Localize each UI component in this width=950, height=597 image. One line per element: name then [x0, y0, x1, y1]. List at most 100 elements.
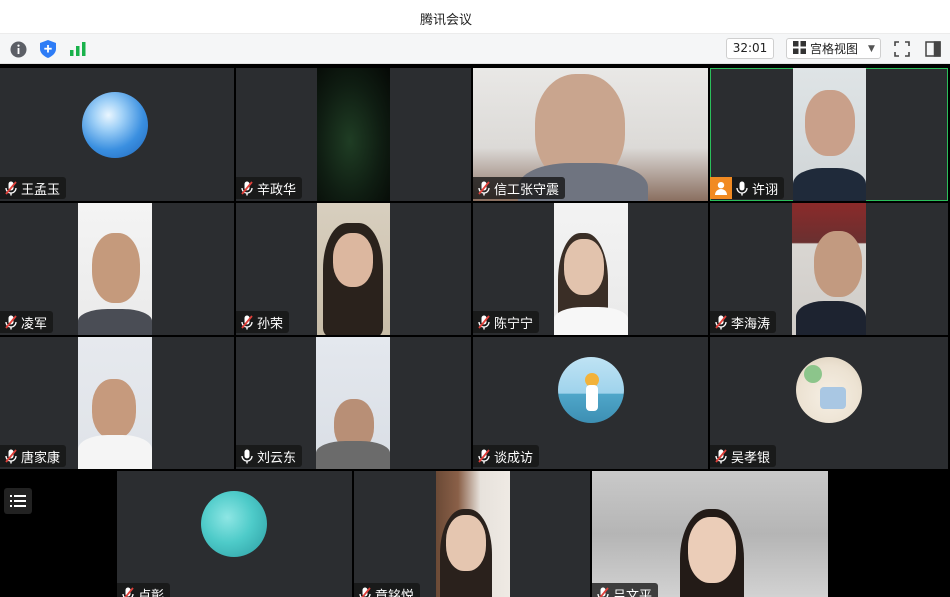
avatar [796, 357, 862, 423]
participant-namebar: 吕文平 [592, 583, 659, 597]
participant-tile[interactable]: 唐家康 [0, 337, 234, 469]
chevron-down-icon: ▼ [868, 43, 875, 54]
participant-namebar: 刘云东 [236, 445, 303, 467]
grid-view-icon [793, 40, 806, 57]
participant-video [78, 203, 152, 335]
person-silhouette [92, 233, 140, 303]
video-grid: 王孟玉 辛政华 信工张守震 许诩 凌军 孙荣 陈宁宁 李海涛 唐家康 刘云东 谈… [0, 66, 950, 597]
mic-muted-icon [240, 314, 254, 330]
mic-muted-icon [714, 314, 728, 330]
participant-video [317, 203, 390, 335]
person-face [446, 515, 486, 571]
fullscreen-icon[interactable] [891, 38, 913, 60]
mic-muted-icon [4, 180, 18, 196]
participant-tile[interactable]: 谈成访 [473, 337, 708, 469]
mic-icon [240, 448, 254, 464]
participant-video [78, 337, 152, 469]
mic-icon [735, 180, 749, 196]
person-silhouette [805, 90, 855, 156]
mic-muted-icon [4, 314, 18, 330]
participant-namebar: 谈成访 [473, 445, 540, 467]
participant-video [316, 337, 390, 469]
participant-video [436, 471, 510, 597]
participant-video [317, 68, 390, 201]
view-mode-label: 宫格视图 [810, 42, 859, 56]
participant-tile[interactable]: 李海涛 [710, 203, 948, 335]
participant-tile[interactable]: 吕文平 [592, 471, 828, 597]
participant-namebar: 辛政华 [236, 177, 303, 199]
participant-name: 章铭悦 [375, 588, 415, 597]
mic-muted-icon [596, 586, 610, 597]
mic-muted-icon [477, 448, 491, 464]
participant-namebar: 章铭悦 [354, 583, 421, 597]
person-body [78, 435, 152, 469]
mic-muted-icon [240, 180, 254, 196]
person-face [564, 239, 604, 295]
mic-muted-icon [477, 180, 491, 196]
participant-namebar: 卢彰 [117, 583, 171, 597]
person-body [793, 168, 866, 201]
shield-icon[interactable] [38, 39, 58, 59]
info-icon[interactable] [8, 39, 28, 59]
participant-name: 辛政华 [257, 182, 297, 198]
list-icon [10, 495, 26, 507]
participant-namebar: 陈宁宁 [473, 311, 540, 333]
participant-name: 凌军 [21, 316, 48, 332]
mic-muted-icon [358, 586, 372, 597]
person-body [78, 309, 152, 335]
participant-video [793, 68, 866, 201]
person-body [796, 301, 866, 335]
mic-muted-icon [477, 314, 491, 330]
participant-video [554, 203, 628, 335]
participant-namebar: 信工张守震 [473, 177, 566, 199]
view-mode-button[interactable]: 宫格视图 ▼ [786, 38, 881, 59]
participant-tile[interactable]: 王孟玉 [0, 68, 234, 201]
person-face [814, 231, 862, 297]
participant-name: 陈宁宁 [494, 316, 534, 332]
sidebar-icon[interactable] [922, 38, 944, 60]
participant-list-button[interactable] [4, 488, 32, 514]
mic-muted-icon [121, 586, 135, 597]
signal-icon[interactable] [68, 39, 88, 59]
avatar [201, 491, 267, 557]
participant-namebar: 唐家康 [0, 445, 67, 467]
participant-tile[interactable]: 刘云东 [236, 337, 471, 469]
person-body [316, 441, 390, 469]
person-body [554, 307, 628, 335]
avatar [558, 357, 624, 423]
participant-name: 李海涛 [731, 316, 771, 332]
mic-muted-icon [4, 448, 18, 464]
participant-namebar: 许诩 [710, 177, 785, 199]
participant-tile[interactable]: 信工张守震 [473, 68, 708, 201]
participant-name: 刘云东 [257, 450, 297, 466]
person-face [688, 517, 736, 583]
participant-tile[interactable]: 孙荣 [236, 203, 471, 335]
toolbar: 32:01 宫格视图 ▼ [0, 34, 950, 64]
participant-name: 孙荣 [257, 316, 284, 332]
mic-muted-icon [714, 448, 728, 464]
participant-name: 吕文平 [613, 588, 653, 597]
title-bar: 腾讯会议 [0, 0, 950, 34]
host-icon [710, 177, 732, 199]
participant-tile[interactable]: 凌军 [0, 203, 234, 335]
meeting-timer: 32:01 [726, 38, 774, 59]
participant-tile-speaking[interactable]: 许诩 [710, 68, 948, 201]
participant-tile[interactable]: 辛政华 [236, 68, 471, 201]
participant-namebar: 王孟玉 [0, 177, 67, 199]
participant-tile[interactable]: 卢彰 [117, 471, 352, 597]
participant-name: 唐家康 [21, 450, 61, 466]
participant-namebar: 凌军 [0, 311, 54, 333]
participant-name: 王孟玉 [21, 182, 61, 198]
participant-tile[interactable]: 吴孝银 [710, 337, 948, 469]
participant-video [592, 471, 828, 597]
participant-name: 卢彰 [138, 588, 165, 597]
participant-tile[interactable]: 章铭悦 [354, 471, 590, 597]
avatar-figure [820, 387, 846, 409]
participant-video [792, 203, 866, 335]
participant-name: 吴孝银 [731, 450, 771, 466]
participant-namebar: 孙荣 [236, 311, 290, 333]
participant-tile[interactable]: 陈宁宁 [473, 203, 708, 335]
participant-namebar: 吴孝银 [710, 445, 777, 467]
avatar-plant [804, 365, 822, 383]
participant-namebar: 李海涛 [710, 311, 777, 333]
